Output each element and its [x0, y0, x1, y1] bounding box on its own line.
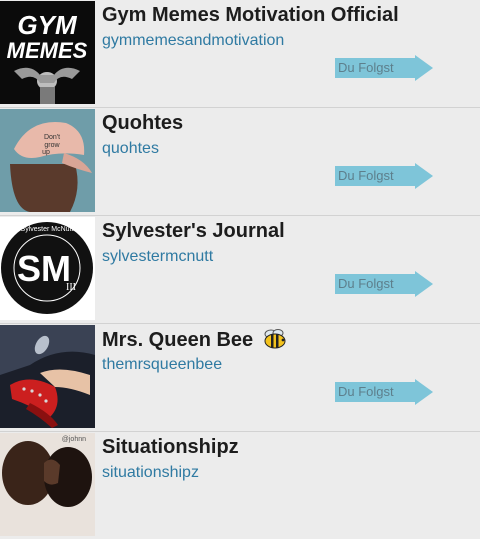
account-name[interactable]: Mrs. Queen Bee: [102, 328, 287, 352]
following-button[interactable]: Du Folgst: [335, 55, 433, 81]
sm-monogram-logo-icon: Sylvester McNutt SM III: [0, 217, 95, 320]
arrow-right-icon: [415, 271, 433, 297]
account-handle[interactable]: quohtes: [102, 140, 159, 158]
gym-memes-logo-icon: GYM MEMES: [0, 1, 95, 104]
account-row[interactable]: Mrs. Queen Bee themrsqueenbee Du Folgst: [0, 324, 480, 432]
svg-text:Don't: Don't: [44, 134, 60, 141]
svg-text:SM: SM: [17, 248, 71, 289]
svg-text:GYM: GYM: [17, 10, 78, 40]
svg-text:Sylvester McNutt: Sylvester McNutt: [21, 226, 74, 233]
account-row[interactable]: @johnn Situationshipz situationshipz: [0, 432, 480, 539]
avatar[interactable]: Don't grow up: [0, 109, 95, 212]
bee-emoji-icon: [264, 329, 286, 349]
following-list: GYM MEMES Gym Memes Motivation Official …: [0, 0, 480, 539]
following-label: Du Folgst: [338, 276, 394, 291]
account-handle[interactable]: situationshipz: [102, 464, 199, 482]
account-row[interactable]: Sylvester McNutt SM III Sylvester's Jour…: [0, 216, 480, 324]
svg-text:III: III: [66, 282, 76, 293]
account-name[interactable]: Gym Memes Motivation Official: [102, 4, 399, 27]
following-button[interactable]: Du Folgst: [335, 271, 433, 297]
svg-text:grow: grow: [44, 142, 60, 149]
svg-text:up: up: [42, 149, 50, 156]
arrow-right-icon: [415, 55, 433, 81]
following-label: Du Folgst: [338, 384, 394, 399]
avatar[interactable]: GYM MEMES: [0, 1, 95, 104]
red-heels-photo-icon: [0, 325, 95, 428]
account-name[interactable]: Sylvester's Journal: [102, 220, 285, 243]
account-name-text: Mrs. Queen Bee: [102, 329, 254, 351]
account-handle[interactable]: gymmemesandmotivation: [102, 32, 284, 50]
account-name[interactable]: Quohtes: [102, 112, 183, 135]
arrow-right-icon: [415, 379, 433, 405]
account-handle[interactable]: themrsqueenbee: [102, 356, 222, 374]
svg-text:MEMES: MEMES: [7, 38, 88, 63]
avatar[interactable]: Sylvester McNutt SM III: [0, 217, 95, 320]
following-button[interactable]: Du Folgst: [335, 379, 433, 405]
account-name[interactable]: Situationshipz: [102, 436, 239, 459]
following-label: Du Folgst: [338, 60, 394, 75]
following-label: Du Folgst: [338, 168, 394, 183]
avatar[interactable]: @johnn: [0, 433, 95, 536]
account-handle[interactable]: sylvestermcnutt: [102, 248, 213, 266]
couple-photo-icon: @johnn: [0, 433, 95, 536]
arrow-right-icon: [415, 163, 433, 189]
pink-cap-photo-icon: Don't grow up: [0, 109, 95, 212]
following-button[interactable]: Du Folgst: [335, 163, 433, 189]
account-row[interactable]: GYM MEMES Gym Memes Motivation Official …: [0, 0, 480, 108]
avatar[interactable]: [0, 325, 95, 428]
account-row[interactable]: Don't grow up Quohtes quohtes Du Folgst: [0, 108, 480, 216]
svg-text:@johnn: @johnn: [62, 436, 86, 443]
